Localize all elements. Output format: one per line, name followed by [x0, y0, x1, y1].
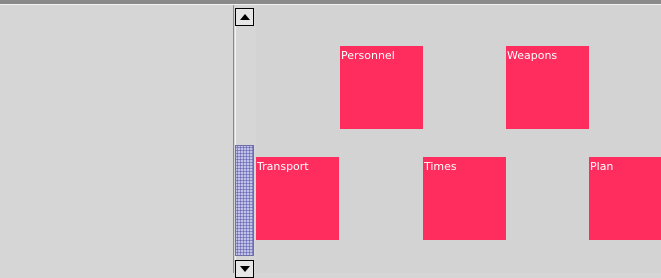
- node-label: Plan: [590, 160, 614, 173]
- scroll-down-button[interactable]: [235, 260, 254, 278]
- node-personnel[interactable]: Personnel: [340, 46, 423, 129]
- node-label: Times: [424, 160, 457, 173]
- node-times[interactable]: Times: [423, 157, 506, 240]
- vertical-scrollbar[interactable]: [233, 5, 255, 278]
- arrow-up-icon: [239, 14, 250, 20]
- scroll-thumb[interactable]: [235, 145, 254, 256]
- scroll-up-button[interactable]: [235, 8, 254, 26]
- node-label: Personnel: [341, 49, 395, 62]
- arrow-down-icon: [239, 266, 250, 272]
- node-plan[interactable]: Plan: [589, 157, 661, 240]
- left-panel: [0, 5, 233, 273]
- canvas-area[interactable]: Personnel Weapons Transport Times Plan: [256, 5, 661, 273]
- node-weapons[interactable]: Weapons: [506, 46, 589, 129]
- node-label: Transport: [257, 160, 309, 173]
- node-label: Weapons: [507, 49, 558, 62]
- node-transport[interactable]: Transport: [256, 157, 339, 240]
